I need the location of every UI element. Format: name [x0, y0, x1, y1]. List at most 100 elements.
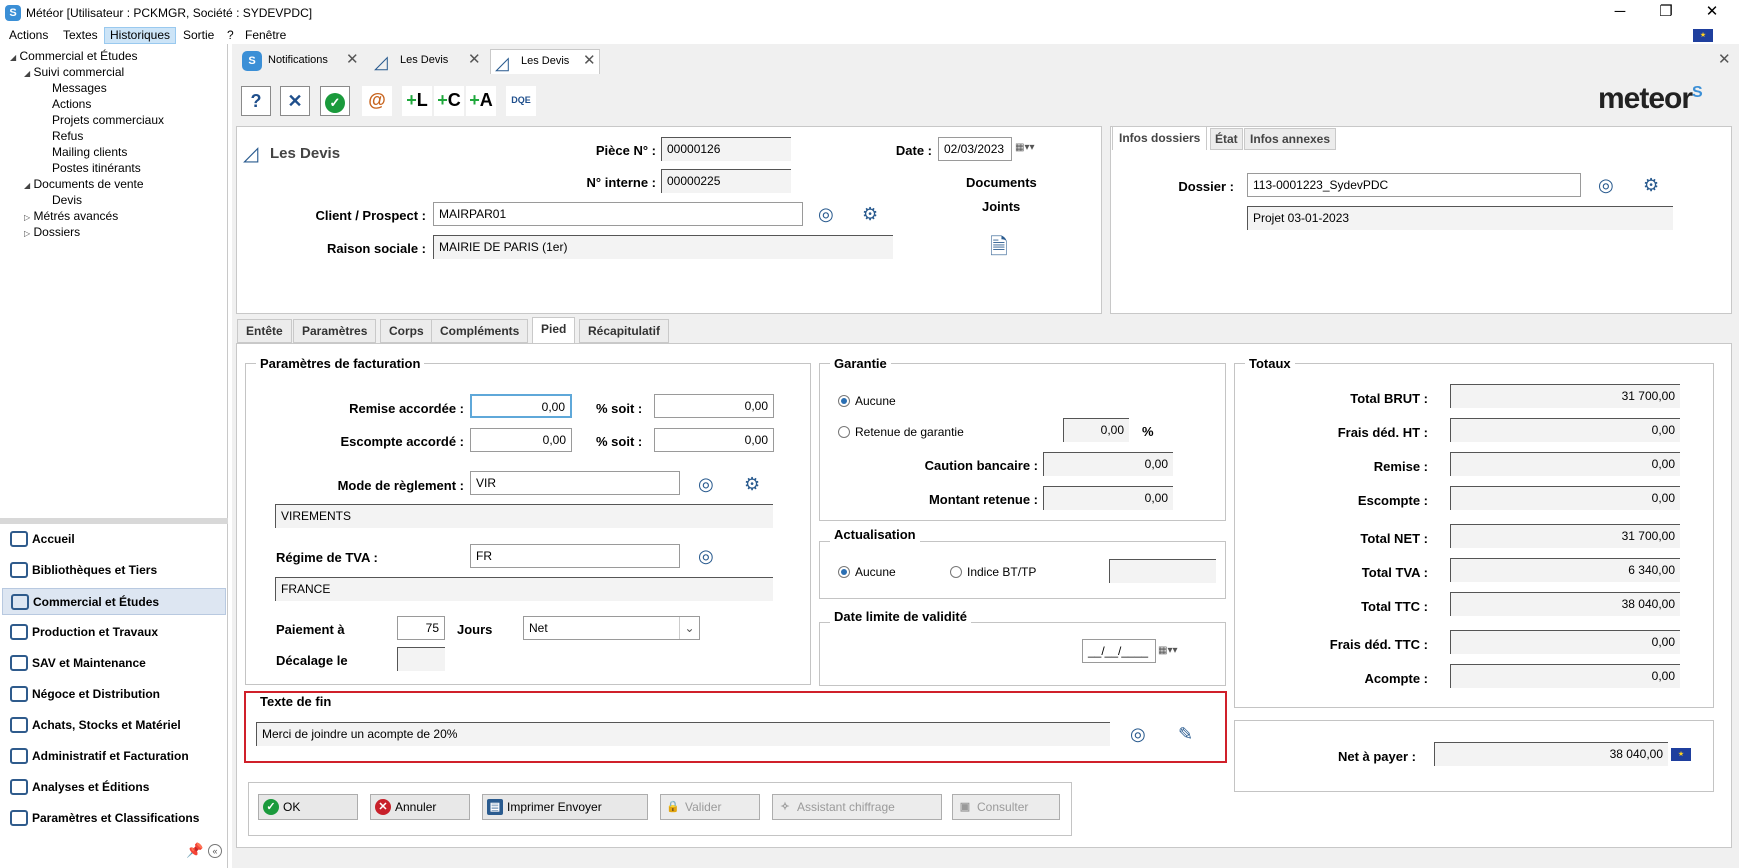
tab-recapitulatif[interactable]: Récapitulatif [579, 319, 670, 343]
tree-documents[interactable]: ◢ Documents de vente [24, 177, 144, 191]
close-all-icon[interactable]: ✕ [1718, 50, 1731, 68]
menu-textes[interactable]: Textes [58, 27, 103, 44]
validite-legend: Date limite de validité [830, 609, 971, 624]
dossier-field[interactable]: 113-0001223_SydevPDC [1247, 173, 1581, 197]
edit-icon[interactable]: ✎ [1178, 724, 1193, 745]
search-icon[interactable]: ◎ [1598, 175, 1614, 196]
tab-les-devis-2[interactable]: ◿ Les Devis ✕ [490, 49, 600, 74]
remise-soit-input[interactable]: 0,00 [654, 394, 774, 418]
gear-icon[interactable]: ⚙ [744, 474, 760, 495]
search-icon[interactable]: ◎ [698, 546, 714, 567]
valider-button[interactable]: 🔒 Valider [660, 794, 760, 820]
tab-infos-annexes[interactable]: Infos annexes [1244, 128, 1337, 150]
tree-mailing[interactable]: Mailing clients [52, 145, 127, 159]
search-icon[interactable]: ◎ [1130, 724, 1146, 745]
interne-field: 00000225 [661, 169, 791, 193]
tab-les-devis-1[interactable]: ◿ Les Devis ✕ [370, 49, 486, 74]
search-icon[interactable]: ◎ [818, 204, 834, 225]
annuler-button[interactable]: ✕ Annuler [370, 794, 470, 820]
escompte-soit-input[interactable]: 0,00 [654, 428, 774, 452]
search-icon[interactable]: ◎ [698, 474, 714, 495]
pin-icon[interactable]: 📌 [186, 842, 203, 859]
nav-analyses[interactable]: Analyses et Éditions [2, 774, 226, 801]
nav-administratif[interactable]: Administratif et Facturation [2, 743, 226, 770]
menu-fenetre[interactable]: Fenêtre [240, 27, 291, 44]
add-c-icon[interactable]: +C [434, 86, 464, 116]
validate-icon[interactable]: ✓ [320, 86, 350, 116]
validite-date-input[interactable]: __/__/____ [1082, 639, 1156, 663]
consulter-button[interactable]: ▣ Consulter [952, 794, 1060, 820]
add-a-icon[interactable]: +A [466, 86, 496, 116]
nav-parametres[interactable]: Paramètres et Classifications [2, 805, 226, 832]
address-book-icon[interactable]: @ [362, 86, 392, 116]
client-field[interactable]: MAIRPAR01 [433, 202, 803, 226]
imprimer-button[interactable]: ▤ Imprimer Envoyer [482, 794, 648, 820]
radio-indice[interactable] [950, 566, 962, 578]
tab-pied[interactable]: Pied [532, 317, 576, 343]
tab-infos-dossiers[interactable]: Infos dossiers [1112, 126, 1208, 150]
tab-complements[interactable]: Compléments [431, 319, 529, 343]
close-button[interactable]: ✕ [1689, 0, 1735, 26]
tree-suivi[interactable]: ◢ Suivi commercial [24, 65, 124, 79]
collapse-icon: ◢ [24, 69, 31, 78]
tree-devis[interactable]: Devis [52, 193, 82, 207]
nav-achats[interactable]: Achats, Stocks et Matériel [2, 712, 226, 739]
tab-entete[interactable]: Entête [237, 319, 292, 343]
nav-negoce[interactable]: Négoce et Distribution [2, 681, 226, 708]
compass-icon: ◿ [374, 52, 388, 72]
add-l-icon[interactable]: +L [402, 86, 432, 116]
nav-production[interactable]: Production et Travaux [2, 619, 226, 646]
radio-retenue[interactable] [838, 426, 850, 438]
tab-corps[interactable]: Corps [380, 319, 433, 343]
calendar-icon[interactable]: ▦▾▾ [1158, 645, 1178, 656]
cancel-icon[interactable]: ✕ [280, 86, 310, 116]
tree-actions[interactable]: Actions [52, 97, 91, 111]
nav-accueil[interactable]: Accueil [2, 526, 226, 553]
dossier-label: Dossier : [1178, 179, 1234, 194]
collapse-panel-icon[interactable]: « [208, 844, 222, 858]
nav-sav[interactable]: SAV et Maintenance [2, 650, 226, 677]
close-tab-icon[interactable]: ✕ [583, 50, 596, 72]
paiement-input[interactable]: 75 [397, 616, 445, 640]
tree-commercial[interactable]: ◢ Commercial et Études [10, 49, 138, 63]
raison-label: Raison sociale : [327, 241, 426, 256]
menu-sortie[interactable]: Sortie [178, 27, 219, 44]
nav-bibliotheques[interactable]: Bibliothèques et Tiers [2, 557, 226, 584]
radio-actu-aucune[interactable] [838, 566, 850, 578]
help-icon[interactable]: ? [241, 86, 271, 116]
paiement-label: Paiement à [276, 622, 345, 637]
collapse-icon: ◢ [10, 53, 17, 62]
minimize-button[interactable]: ─ [1597, 0, 1643, 26]
escompte-input[interactable]: 0,00 [470, 428, 572, 452]
tree-messages[interactable]: Messages [52, 81, 107, 95]
nav-commercial[interactable]: Commercial et Études [2, 588, 226, 615]
tva-input[interactable]: FR [470, 544, 680, 568]
gear-icon[interactable]: ⚙ [862, 204, 878, 225]
tree-projets[interactable]: Projets commerciaux [52, 113, 164, 127]
splitter-handle[interactable] [0, 518, 228, 524]
radio-aucune[interactable] [838, 395, 850, 407]
tab-etat[interactable]: État [1210, 128, 1243, 150]
close-tab-icon[interactable]: ✕ [346, 49, 359, 71]
dqe-icon[interactable]: DQE [506, 86, 536, 116]
ok-button[interactable]: ✓ OK [258, 794, 358, 820]
document-icon[interactable]: 🗎 [990, 230, 1008, 268]
tab-notifications[interactable]: S Notifications ✕ [238, 49, 364, 74]
gear-icon[interactable]: ⚙ [1643, 175, 1659, 196]
date-field[interactable]: 02/03/2023 [938, 137, 1012, 161]
close-tab-icon[interactable]: ✕ [468, 49, 481, 71]
menu-help[interactable]: ? [222, 27, 239, 44]
calendar-icon[interactable]: ▦▾▾ [1015, 142, 1035, 153]
remise-input[interactable]: 0,00 [470, 394, 572, 418]
tree-postes[interactable]: Postes itinérants [52, 161, 141, 175]
tab-parametres[interactable]: Paramètres [293, 319, 377, 343]
mode-input[interactable]: VIR [470, 471, 680, 495]
net-select[interactable]: Net ⌄ [523, 616, 700, 640]
tree-dossiers[interactable]: ▷ Dossiers [24, 225, 80, 239]
tree-refus[interactable]: Refus [52, 129, 83, 143]
tree-metres[interactable]: ▷ Métrés avancés [24, 209, 118, 223]
menu-historiques[interactable]: Historiques [104, 27, 177, 44]
menu-actions[interactable]: Actions [4, 27, 53, 44]
assistant-button[interactable]: ✧ Assistant chiffrage [772, 794, 942, 820]
restore-button[interactable]: ❐ [1643, 0, 1689, 26]
